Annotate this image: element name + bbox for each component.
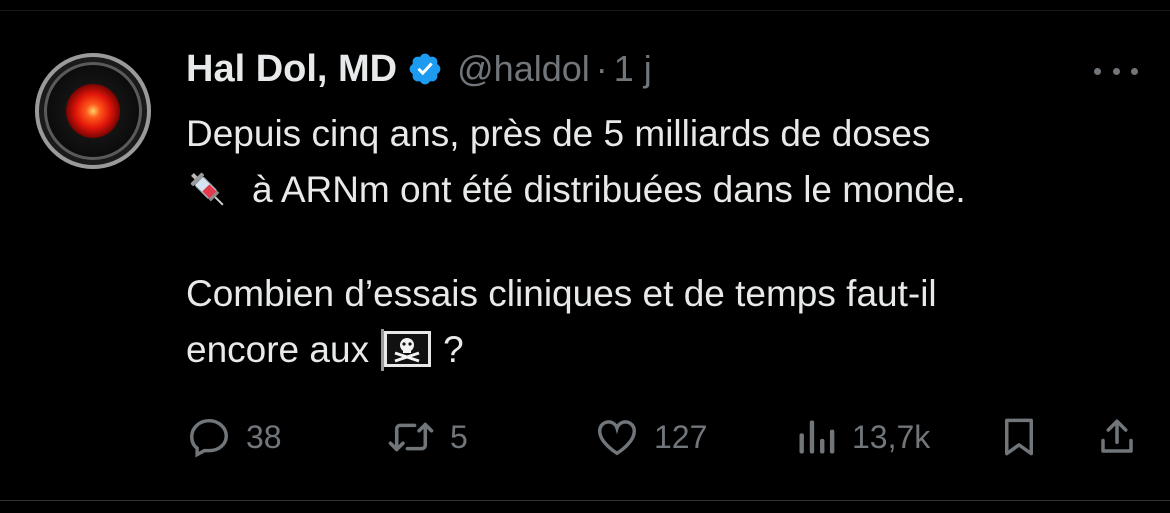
bookmark-button[interactable] [998, 412, 1040, 462]
avatar[interactable] [35, 53, 151, 169]
tweet-actions: 38 5 127 13,7k [186, 412, 1146, 462]
like-count: 127 [654, 418, 708, 455]
text-line-1: Depuis cinq ans, près de 5 milliards de … [186, 113, 931, 154]
text-line: à ARNm ont été distribuées dans le monde… [186, 162, 1146, 218]
pirate-flag-emoji-icon [381, 329, 432, 371]
more-dot [1112, 67, 1120, 75]
text-line: Depuis cinq ans, près de 5 milliards de … [186, 106, 1146, 162]
text-line-3: Combien d’essais cliniques et de temps f… [186, 273, 937, 314]
more-dot [1094, 67, 1101, 75]
retweet-icon [388, 422, 434, 452]
text-line-2: à ARNm ont été distribuées dans le monde… [252, 169, 966, 210]
retweet-count: 5 [450, 418, 468, 455]
text-line: Combien d’essais cliniques et de temps f… [186, 266, 1146, 322]
heart-icon [598, 420, 636, 456]
display-name[interactable]: Hal Dol, MD [186, 48, 397, 91]
reply-button[interactable]: 38 [186, 412, 282, 462]
tweet-header: Hal Dol, MD @haldol · 1 j [186, 44, 652, 94]
text-line: encore aux ? [186, 322, 1146, 378]
top-divider [0, 0, 1170, 11]
bottom-divider [0, 500, 1170, 513]
views-count: 13,7k [852, 418, 931, 455]
handle[interactable]: @haldol [457, 48, 590, 90]
text-line-4-end: ? [443, 329, 464, 370]
reply-count: 38 [246, 418, 282, 455]
like-button[interactable]: 127 [594, 412, 707, 462]
separator-dot: · [595, 48, 608, 89]
bookmark-icon [1005, 418, 1033, 456]
reply-icon [190, 418, 228, 458]
verified-badge-icon[interactable] [407, 51, 443, 87]
more-options-button[interactable] [1094, 66, 1138, 76]
more-dot [1131, 67, 1138, 75]
share-icon [1101, 419, 1133, 453]
views-button[interactable]: 13,7k [794, 412, 930, 462]
share-button[interactable] [1096, 412, 1138, 462]
text-line-4: encore aux [186, 329, 370, 370]
hal-eye-icon [66, 84, 120, 138]
retweet-button[interactable]: 5 [386, 412, 468, 462]
tweet-text: Depuis cinq ans, près de 5 milliards de … [186, 106, 1146, 378]
syringe-emoji-icon [190, 172, 224, 206]
views-icon [799, 420, 835, 454]
timestamp[interactable]: 1 j [614, 48, 652, 90]
